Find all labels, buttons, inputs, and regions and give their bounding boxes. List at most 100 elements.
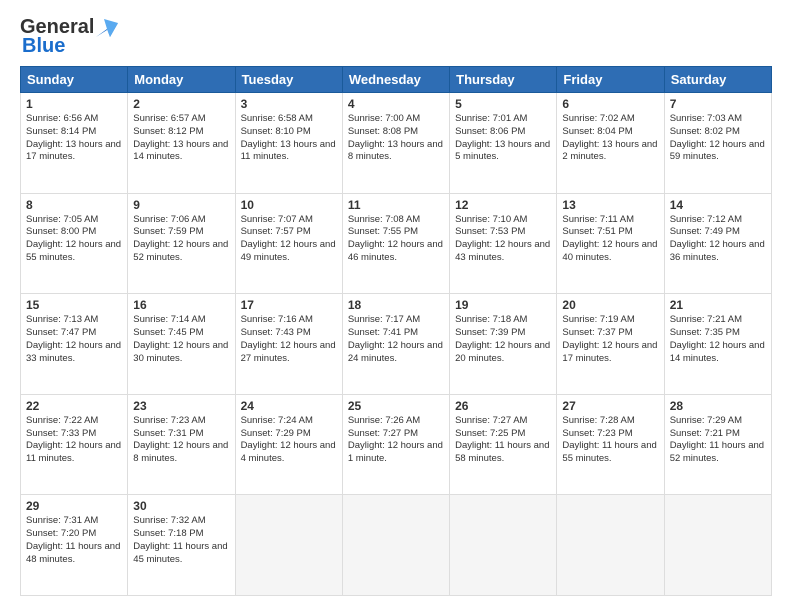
weekday-header-friday: Friday: [557, 67, 664, 93]
day-info: Sunrise: 7:29 AM Sunset: 7:21 PM Dayligh…: [670, 415, 766, 466]
day-info: Sunrise: 7:06 AM Sunset: 7:59 PM Dayligh…: [133, 214, 229, 265]
day-number: 27: [562, 399, 658, 413]
day-info: Sunrise: 7:19 AM Sunset: 7:37 PM Dayligh…: [562, 314, 658, 365]
calendar-cell: 25 Sunrise: 7:26 AM Sunset: 7:27 PM Dayl…: [342, 394, 449, 495]
day-info: Sunrise: 7:08 AM Sunset: 7:55 PM Dayligh…: [348, 214, 444, 265]
calendar-cell: 20 Sunrise: 7:19 AM Sunset: 7:37 PM Dayl…: [557, 294, 664, 395]
day-info: Sunrise: 7:00 AM Sunset: 8:08 PM Dayligh…: [348, 113, 444, 164]
day-number: 8: [26, 198, 122, 212]
day-number: 28: [670, 399, 766, 413]
calendar-cell: 27 Sunrise: 7:28 AM Sunset: 7:23 PM Dayl…: [557, 394, 664, 495]
day-info: Sunrise: 7:01 AM Sunset: 8:06 PM Dayligh…: [455, 113, 551, 164]
day-number: 2: [133, 97, 229, 111]
calendar-cell: 6 Sunrise: 7:02 AM Sunset: 8:04 PM Dayli…: [557, 93, 664, 194]
day-number: 10: [241, 198, 337, 212]
day-info: Sunrise: 7:02 AM Sunset: 8:04 PM Dayligh…: [562, 113, 658, 164]
day-number: 14: [670, 198, 766, 212]
day-info: Sunrise: 6:56 AM Sunset: 8:14 PM Dayligh…: [26, 113, 122, 164]
calendar-cell: 8 Sunrise: 7:05 AM Sunset: 8:00 PM Dayli…: [21, 193, 128, 294]
calendar-cell: [557, 495, 664, 596]
logo: General Blue: [20, 16, 118, 58]
day-info: Sunrise: 7:21 AM Sunset: 7:35 PM Dayligh…: [670, 314, 766, 365]
calendar-cell: 30 Sunrise: 7:32 AM Sunset: 7:18 PM Dayl…: [128, 495, 235, 596]
calendar-cell: 3 Sunrise: 6:58 AM Sunset: 8:10 PM Dayli…: [235, 93, 342, 194]
calendar-cell: 2 Sunrise: 6:57 AM Sunset: 8:12 PM Dayli…: [128, 93, 235, 194]
calendar-cell: 11 Sunrise: 7:08 AM Sunset: 7:55 PM Dayl…: [342, 193, 449, 294]
calendar-cell: 22 Sunrise: 7:22 AM Sunset: 7:33 PM Dayl…: [21, 394, 128, 495]
day-number: 23: [133, 399, 229, 413]
calendar-cell: [235, 495, 342, 596]
calendar-cell: [664, 495, 771, 596]
day-number: 5: [455, 97, 551, 111]
weekday-header-thursday: Thursday: [450, 67, 557, 93]
calendar-cell: 4 Sunrise: 7:00 AM Sunset: 8:08 PM Dayli…: [342, 93, 449, 194]
day-info: Sunrise: 7:26 AM Sunset: 7:27 PM Dayligh…: [348, 415, 444, 466]
day-number: 4: [348, 97, 444, 111]
header: General Blue: [20, 16, 772, 58]
day-number: 21: [670, 298, 766, 312]
calendar-cell: 23 Sunrise: 7:23 AM Sunset: 7:31 PM Dayl…: [128, 394, 235, 495]
day-info: Sunrise: 7:14 AM Sunset: 7:45 PM Dayligh…: [133, 314, 229, 365]
weekday-header-saturday: Saturday: [664, 67, 771, 93]
calendar-cell: 21 Sunrise: 7:21 AM Sunset: 7:35 PM Dayl…: [664, 294, 771, 395]
day-info: Sunrise: 7:13 AM Sunset: 7:47 PM Dayligh…: [26, 314, 122, 365]
calendar-cell: 9 Sunrise: 7:06 AM Sunset: 7:59 PM Dayli…: [128, 193, 235, 294]
day-number: 25: [348, 399, 444, 413]
day-info: Sunrise: 7:05 AM Sunset: 8:00 PM Dayligh…: [26, 214, 122, 265]
calendar-cell: 7 Sunrise: 7:03 AM Sunset: 8:02 PM Dayli…: [664, 93, 771, 194]
calendar-table: SundayMondayTuesdayWednesdayThursdayFrid…: [20, 66, 772, 596]
calendar-cell: 13 Sunrise: 7:11 AM Sunset: 7:51 PM Dayl…: [557, 193, 664, 294]
day-number: 20: [562, 298, 658, 312]
day-info: Sunrise: 6:58 AM Sunset: 8:10 PM Dayligh…: [241, 113, 337, 164]
calendar-cell: 12 Sunrise: 7:10 AM Sunset: 7:53 PM Dayl…: [450, 193, 557, 294]
day-number: 30: [133, 499, 229, 513]
calendar-cell: 1 Sunrise: 6:56 AM Sunset: 8:14 PM Dayli…: [21, 93, 128, 194]
day-info: Sunrise: 7:31 AM Sunset: 7:20 PM Dayligh…: [26, 515, 122, 566]
day-number: 16: [133, 298, 229, 312]
day-number: 29: [26, 499, 122, 513]
calendar-cell: 26 Sunrise: 7:27 AM Sunset: 7:25 PM Dayl…: [450, 394, 557, 495]
calendar-cell: 29 Sunrise: 7:31 AM Sunset: 7:20 PM Dayl…: [21, 495, 128, 596]
day-number: 22: [26, 399, 122, 413]
calendar-cell: [342, 495, 449, 596]
calendar-cell: 5 Sunrise: 7:01 AM Sunset: 8:06 PM Dayli…: [450, 93, 557, 194]
day-number: 11: [348, 198, 444, 212]
logo-blue: Blue: [20, 35, 65, 58]
day-info: Sunrise: 7:16 AM Sunset: 7:43 PM Dayligh…: [241, 314, 337, 365]
weekday-header-tuesday: Tuesday: [235, 67, 342, 93]
day-info: Sunrise: 7:11 AM Sunset: 7:51 PM Dayligh…: [562, 214, 658, 265]
day-info: Sunrise: 7:22 AM Sunset: 7:33 PM Dayligh…: [26, 415, 122, 466]
calendar-cell: 19 Sunrise: 7:18 AM Sunset: 7:39 PM Dayl…: [450, 294, 557, 395]
day-number: 3: [241, 97, 337, 111]
calendar-cell: 10 Sunrise: 7:07 AM Sunset: 7:57 PM Dayl…: [235, 193, 342, 294]
day-number: 26: [455, 399, 551, 413]
day-info: Sunrise: 7:10 AM Sunset: 7:53 PM Dayligh…: [455, 214, 551, 265]
day-number: 9: [133, 198, 229, 212]
day-info: Sunrise: 7:23 AM Sunset: 7:31 PM Dayligh…: [133, 415, 229, 466]
day-number: 12: [455, 198, 551, 212]
day-number: 7: [670, 97, 766, 111]
calendar-cell: 17 Sunrise: 7:16 AM Sunset: 7:43 PM Dayl…: [235, 294, 342, 395]
day-number: 1: [26, 97, 122, 111]
calendar-cell: 14 Sunrise: 7:12 AM Sunset: 7:49 PM Dayl…: [664, 193, 771, 294]
calendar-cell: 18 Sunrise: 7:17 AM Sunset: 7:41 PM Dayl…: [342, 294, 449, 395]
calendar-cell: 15 Sunrise: 7:13 AM Sunset: 7:47 PM Dayl…: [21, 294, 128, 395]
calendar-cell: [450, 495, 557, 596]
calendar-cell: 16 Sunrise: 7:14 AM Sunset: 7:45 PM Dayl…: [128, 294, 235, 395]
weekday-header-wednesday: Wednesday: [342, 67, 449, 93]
day-info: Sunrise: 7:17 AM Sunset: 7:41 PM Dayligh…: [348, 314, 444, 365]
day-info: Sunrise: 7:28 AM Sunset: 7:23 PM Dayligh…: [562, 415, 658, 466]
day-info: Sunrise: 7:24 AM Sunset: 7:29 PM Dayligh…: [241, 415, 337, 466]
day-info: Sunrise: 7:32 AM Sunset: 7:18 PM Dayligh…: [133, 515, 229, 566]
day-number: 15: [26, 298, 122, 312]
day-info: Sunrise: 7:07 AM Sunset: 7:57 PM Dayligh…: [241, 214, 337, 265]
calendar-cell: 28 Sunrise: 7:29 AM Sunset: 7:21 PM Dayl…: [664, 394, 771, 495]
weekday-header-sunday: Sunday: [21, 67, 128, 93]
day-number: 17: [241, 298, 337, 312]
calendar-cell: 24 Sunrise: 7:24 AM Sunset: 7:29 PM Dayl…: [235, 394, 342, 495]
day-number: 13: [562, 198, 658, 212]
day-number: 6: [562, 97, 658, 111]
day-info: Sunrise: 7:03 AM Sunset: 8:02 PM Dayligh…: [670, 113, 766, 164]
day-number: 24: [241, 399, 337, 413]
day-number: 19: [455, 298, 551, 312]
